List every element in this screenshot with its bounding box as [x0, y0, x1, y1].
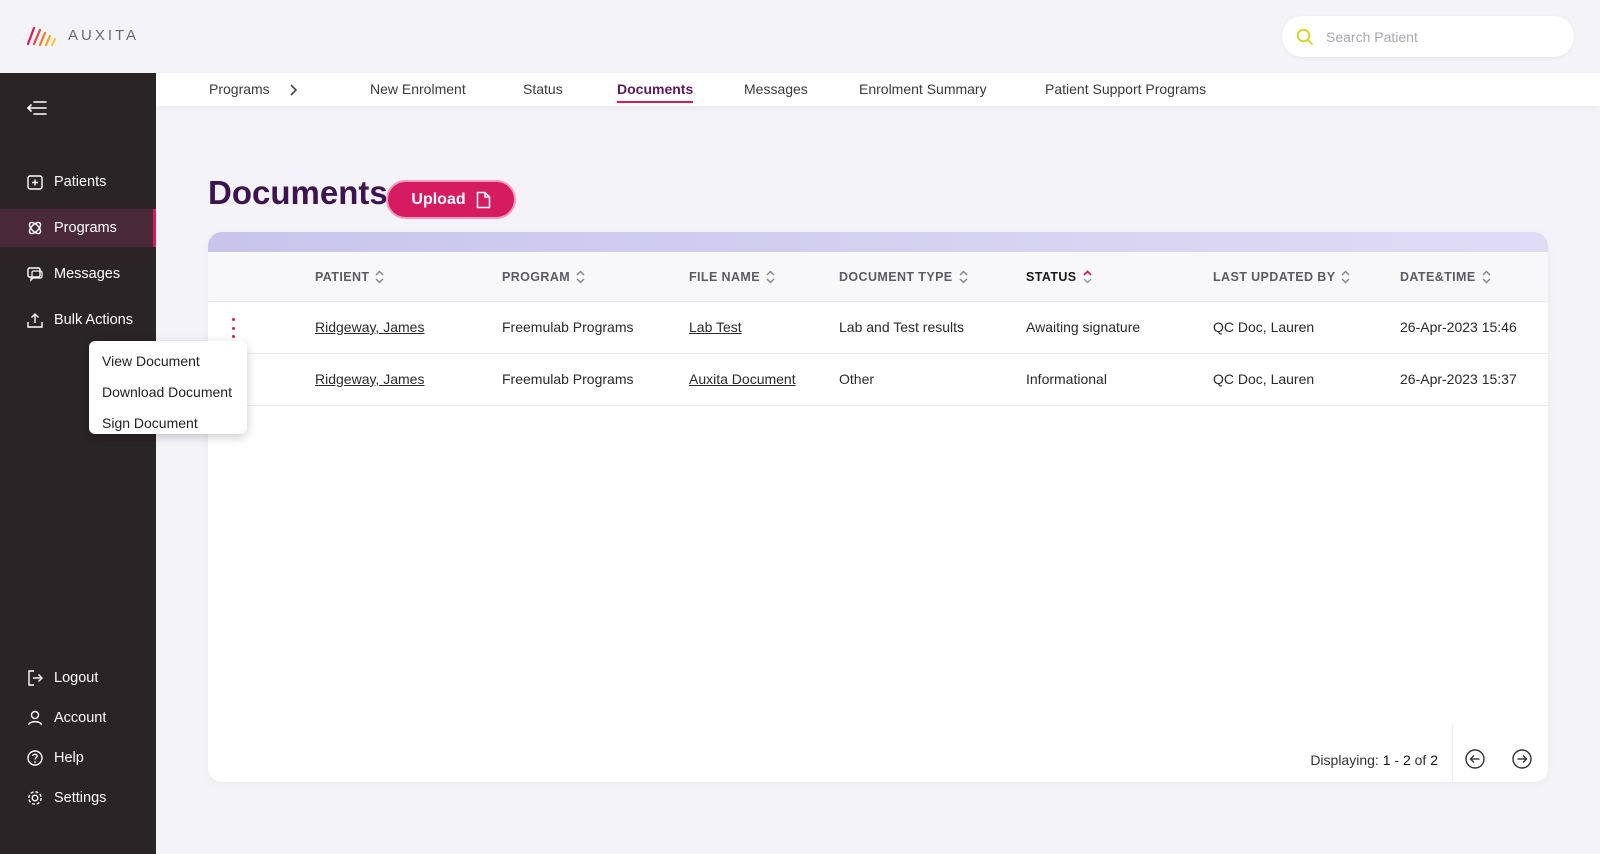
sort-ascending-icon — [1082, 270, 1092, 284]
column-header-document-type[interactable]: DOCUMENT TYPE — [839, 269, 968, 285]
column-header-last-updated-by[interactable]: LAST UPDATED BY — [1213, 269, 1350, 285]
menu-item-sign-document[interactable]: Sign Document — [89, 407, 247, 438]
next-page-icon[interactable] — [1511, 748, 1533, 770]
column-header-file-name[interactable]: FILE NAME — [689, 269, 775, 285]
sidebar-item-label: Programs — [54, 220, 117, 236]
tab-enrolment-summary[interactable]: Enrolment Summary — [859, 81, 987, 97]
last-updated-by-cell: QC Doc, Lauren — [1213, 319, 1315, 335]
logo-mark-icon — [26, 26, 57, 47]
gear-icon — [26, 789, 44, 807]
date-time-cell: 26-Apr-2023 15:46 — [1400, 319, 1517, 335]
table-row: Ridgeway, James Freemulab Programs Auxit… — [208, 354, 1548, 406]
top-bar: AUXITA — [0, 0, 1600, 73]
date-time-cell: 26-Apr-2023 15:37 — [1400, 371, 1517, 387]
sidebar-item-messages[interactable]: Messages — [0, 255, 156, 293]
file-name-link[interactable]: Auxita Document — [689, 371, 796, 387]
tab-status[interactable]: Status — [523, 81, 563, 97]
patient-link[interactable]: Ridgeway, James — [315, 371, 424, 387]
row-actions-menu: View Document Download Document Sign Doc… — [89, 341, 247, 434]
sidebar-item-label: Messages — [54, 266, 121, 282]
document-type-cell: Lab and Test results — [839, 319, 965, 335]
sidebar-item-bulk-actions[interactable]: Bulk Actions — [0, 301, 156, 339]
sidebar-item-label: Help — [54, 750, 84, 766]
document-type-cell: Other — [839, 371, 875, 387]
auxita-logo[interactable]: AUXITA — [26, 22, 139, 48]
help-icon — [26, 749, 44, 767]
program-cell: Freemulab Programs — [502, 371, 634, 387]
patients-icon — [26, 173, 44, 191]
sort-icon — [959, 270, 968, 284]
tab-messages[interactable]: Messages — [744, 81, 808, 97]
page-title: Documents — [208, 174, 388, 211]
sort-icon — [766, 270, 775, 284]
messages-icon — [26, 265, 44, 283]
column-header-patient[interactable]: PATIENT — [315, 269, 384, 285]
row-actions-kebab-icon[interactable] — [230, 318, 236, 338]
search-icon — [1296, 28, 1313, 45]
search-input[interactable] — [1326, 28, 1546, 45]
tab-bar: Programs New Enrolment Status Documents … — [156, 73, 1600, 106]
program-cell: Freemulab Programs — [502, 319, 634, 335]
sidebar-item-label: Patients — [54, 174, 107, 190]
file-name-link[interactable]: Lab Test — [689, 319, 742, 335]
collapse-menu-icon[interactable] — [26, 99, 48, 117]
tab-documents[interactable]: Documents — [617, 81, 694, 103]
sidebar-item-label: Bulk Actions — [54, 312, 133, 328]
last-updated-by-cell: QC Doc, Lauren — [1213, 371, 1315, 387]
tab-patient-support-programs[interactable]: Patient Support Programs — [1045, 81, 1206, 97]
table-header-band — [208, 232, 1548, 252]
sidebar-item-patients[interactable]: Patients — [0, 163, 156, 201]
sort-icon — [1482, 270, 1491, 284]
sidebar-item-account[interactable]: Account — [0, 699, 156, 737]
sidebar-item-programs[interactable]: Programs — [0, 209, 156, 247]
column-header-program[interactable]: PROGRAM — [502, 269, 585, 285]
column-header-status[interactable]: STATUS — [1026, 269, 1092, 285]
upload-button-label: Upload — [411, 190, 466, 208]
document-icon — [476, 191, 490, 208]
pagination-summary: Displaying: 1 - 2 of 2 — [1310, 752, 1438, 768]
brand-name: AUXITA — [68, 26, 140, 44]
sidebar-item-label: Settings — [54, 790, 107, 806]
sidebar-item-label: Logout — [54, 670, 99, 686]
sort-icon — [375, 270, 384, 284]
menu-item-view-document[interactable]: View Document — [89, 345, 247, 376]
programs-icon — [26, 219, 44, 237]
breadcrumb-programs[interactable]: Programs — [209, 81, 270, 97]
column-header-date-time[interactable]: DATE&TIME — [1400, 269, 1491, 285]
sidebar-item-logout[interactable]: Logout — [0, 659, 156, 697]
table-row: Ridgeway, James Freemulab Programs Lab T… — [208, 302, 1548, 354]
menu-item-download-document[interactable]: Download Document — [89, 376, 247, 407]
sidebar-item-label: Account — [54, 710, 107, 726]
sidebar-item-settings[interactable]: Settings — [0, 779, 156, 817]
table-header: PATIENT PROGRAM FILE NAME DOCUMENT TYPE … — [208, 252, 1548, 302]
documents-table: PATIENT PROGRAM FILE NAME DOCUMENT TYPE … — [208, 232, 1548, 782]
chevron-right-icon — [290, 84, 298, 96]
patient-link[interactable]: Ridgeway, James — [315, 319, 424, 335]
status-cell: Informational — [1026, 371, 1107, 387]
sidebar: Patients Programs Messages Bulk Actions … — [0, 73, 156, 854]
upload-icon — [26, 311, 44, 329]
logout-icon — [26, 669, 44, 687]
search-box[interactable] — [1282, 16, 1574, 57]
tab-new-enrolment[interactable]: New Enrolment — [370, 81, 466, 97]
status-cell: Awaiting signature — [1026, 319, 1141, 335]
account-icon — [26, 709, 44, 727]
sidebar-item-help[interactable]: Help — [0, 739, 156, 777]
upload-button[interactable]: Upload — [386, 180, 516, 219]
pagination-divider — [1452, 724, 1453, 782]
previous-page-icon[interactable] — [1464, 748, 1486, 770]
sort-icon — [576, 270, 585, 284]
sort-icon — [1341, 270, 1350, 284]
